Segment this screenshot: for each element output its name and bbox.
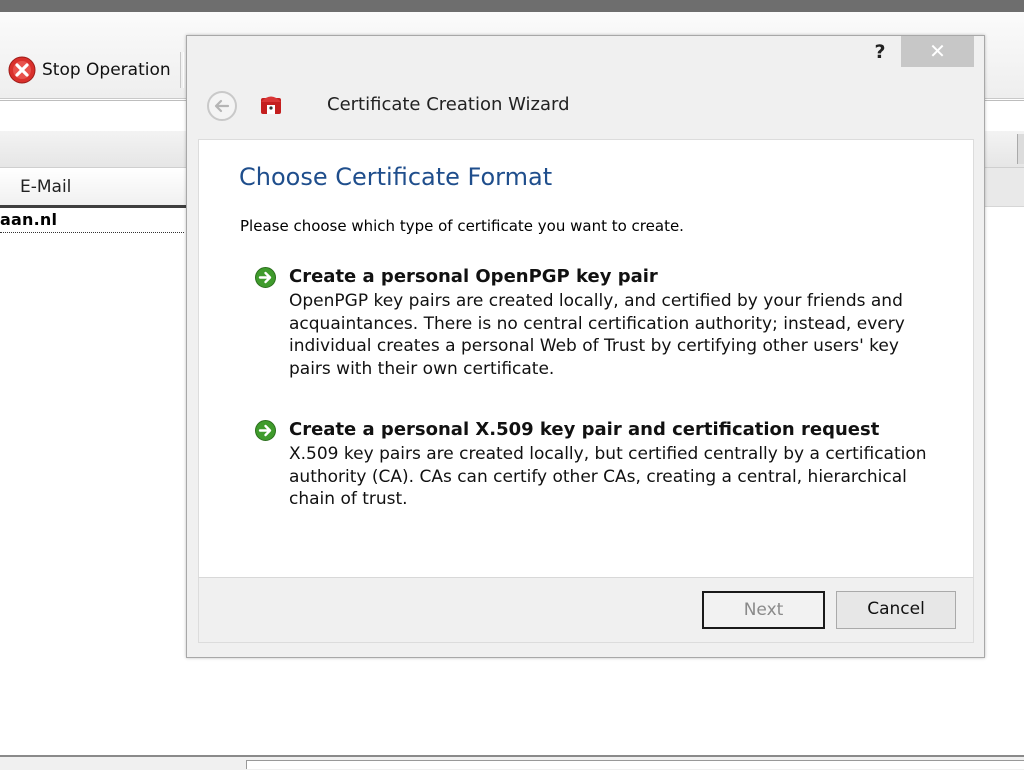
table-row[interactable]: aan.nl: [0, 210, 184, 233]
stop-operation-button[interactable]: Stop Operation: [4, 50, 179, 90]
green-arrow-icon: [255, 267, 276, 288]
page-description: Please choose which type of certificate …: [240, 217, 684, 235]
dialog-title: Certificate Creation Wizard: [327, 94, 570, 115]
app-title-bar: [0, 0, 1024, 12]
help-button[interactable]: ?: [869, 39, 891, 65]
close-button[interactable]: ✕: [901, 36, 974, 67]
back-arrow-icon: [214, 99, 230, 113]
green-arrow-icon: [255, 420, 276, 441]
option-title: Create a personal X.509 key pair and cer…: [289, 419, 880, 440]
next-button[interactable]: Next: [702, 591, 825, 629]
stop-icon: [8, 56, 36, 84]
header-filler: [984, 168, 1024, 206]
cancel-button[interactable]: Cancel: [836, 591, 956, 629]
option-x509[interactable]: Create a personal X.509 key pair and cer…: [255, 419, 945, 519]
column-header-email[interactable]: E-Mail: [20, 177, 71, 197]
wizard-content: Choose Certificate Format Please choose …: [198, 139, 974, 578]
stop-operation-label: Stop Operation: [42, 60, 171, 80]
header-divider: [0, 205, 186, 208]
dialog-footer: Next Cancel: [198, 577, 974, 643]
option-title: Create a personal OpenPGP key pair: [289, 266, 658, 287]
certificate-icon: [261, 96, 281, 114]
certificate-wizard-dialog: ? ✕ Certificate Creation Wizard Choose C…: [186, 35, 985, 658]
option-description: X.509 key pairs are created locally, but…: [289, 444, 927, 509]
strip-scroll-button[interactable]: [1017, 134, 1024, 164]
option-description: OpenPGP key pairs are created locally, a…: [289, 291, 905, 379]
option-openpgp[interactable]: Create a personal OpenPGP key pair OpenP…: [255, 266, 945, 386]
toolbar-separator: [180, 52, 184, 88]
back-button[interactable]: [207, 91, 237, 121]
page-title: Choose Certificate Format: [239, 163, 553, 191]
